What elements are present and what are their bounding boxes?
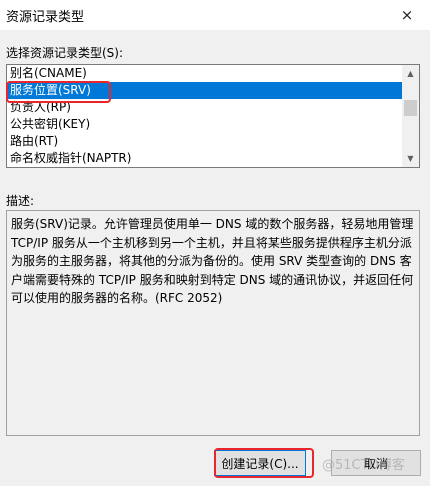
close-icon: × bbox=[400, 6, 414, 24]
record-type-listbox[interactable]: 别名(CNAME) 服务位置(SRV) 负责人(RP) 公共密钥(KEY) 路由… bbox=[6, 64, 420, 168]
close-button[interactable]: × bbox=[384, 0, 430, 30]
list-item-key[interactable]: 公共密钥(KEY) bbox=[7, 116, 403, 133]
scroll-thumb[interactable] bbox=[404, 100, 417, 116]
watermark: @51CTO博客 bbox=[322, 458, 405, 473]
description-text: 服务(SRV)记录。允许管理员使用单一 DNS 域的数个服务器，轻易地用管理 T… bbox=[11, 217, 414, 305]
create-button-highlight-annotation bbox=[214, 448, 314, 478]
dialog-body: 选择资源记录类型(S): 别名(CNAME) 服务位置(SRV) 负责人(RP)… bbox=[0, 30, 430, 486]
scroll-up-icon[interactable]: ▲ bbox=[402, 65, 419, 82]
description-box: 服务(SRV)记录。允许管理员使用单一 DNS 域的数个服务器，轻易地用管理 T… bbox=[6, 210, 420, 436]
list-item-naptr[interactable]: 命名权威指针(NAPTR) bbox=[7, 150, 403, 167]
scroll-down-icon[interactable]: ▼ bbox=[402, 150, 419, 167]
list-scrollbar[interactable]: ▲ ▼ bbox=[402, 65, 419, 167]
list-item-rt[interactable]: 路由(RT) bbox=[7, 133, 403, 150]
description-label: 描述: bbox=[6, 194, 35, 208]
record-type-label: 选择资源记录类型(S): bbox=[6, 46, 124, 60]
title-bar: 资源记录类型 × bbox=[0, 0, 430, 30]
window-title: 资源记录类型 bbox=[6, 10, 85, 25]
list-item-cname[interactable]: 别名(CNAME) bbox=[7, 65, 403, 82]
srv-highlight-annotation bbox=[6, 81, 111, 103]
